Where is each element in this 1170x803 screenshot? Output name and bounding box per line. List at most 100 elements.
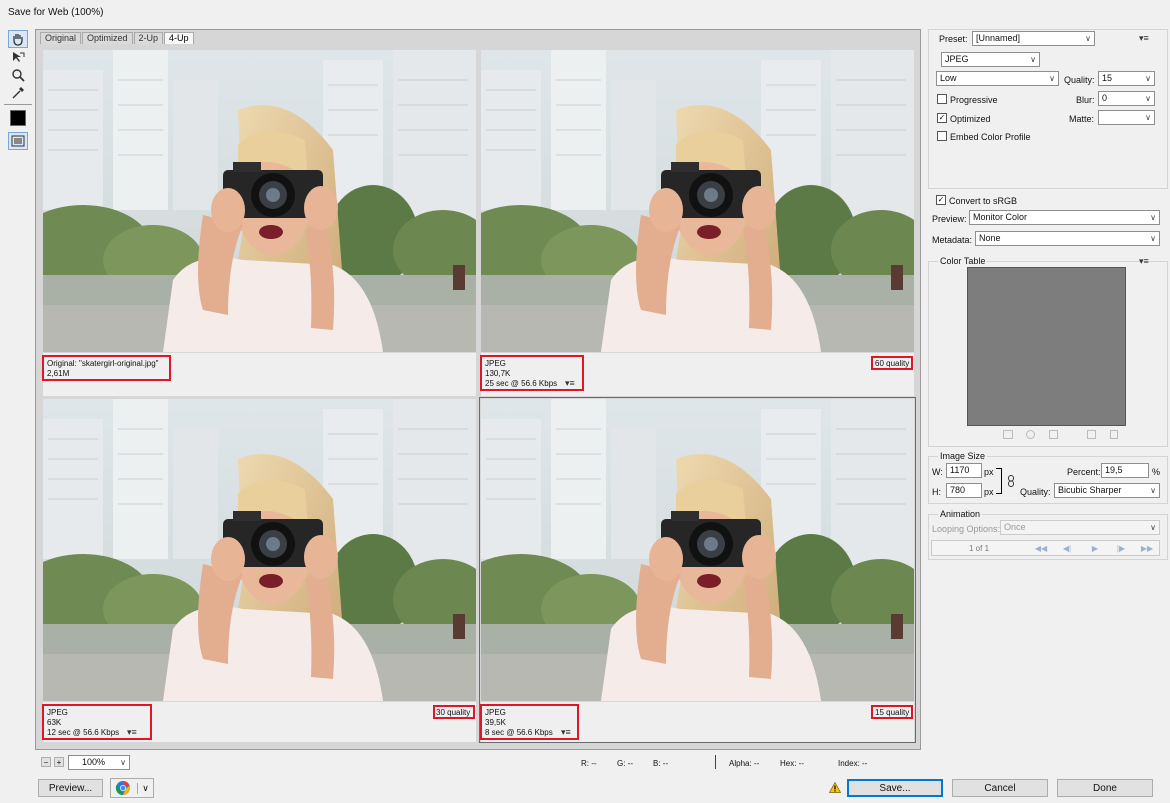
pane-menu-icon[interactable]: ▾≡ (561, 727, 571, 738)
tab-4-up[interactable]: 4-Up (164, 32, 194, 44)
map-transparency-icon[interactable] (1003, 430, 1013, 439)
preview-button[interactable]: Preview... (38, 779, 103, 797)
index-readout: Index: -- (838, 759, 868, 768)
width-unit: px (984, 467, 994, 477)
zoom-tool-icon[interactable] (8, 66, 28, 84)
zoom-out-button[interactable]: − (41, 757, 51, 767)
height-unit: px (984, 487, 994, 497)
image-size-label: Image Size (938, 451, 988, 461)
hand-tool-icon[interactable] (8, 30, 28, 48)
first-frame-icon[interactable]: ◀◀ (1030, 542, 1052, 554)
resample-quality-label: Quality: (1020, 487, 1051, 497)
hex-readout: Hex: -- (780, 759, 804, 768)
eyedropper-tool-icon[interactable] (8, 84, 28, 102)
pane-quality-label: 60 quality (875, 359, 910, 368)
chevron-down-icon: ∨ (1150, 234, 1156, 243)
quality-input[interactable]: 15 ∨ (1098, 71, 1155, 86)
resample-quality-select[interactable]: Bicubic Sharper ∨ (1054, 483, 1160, 498)
percent-unit: % (1152, 467, 1161, 477)
resample-quality-value: Bicubic Sharper (1058, 485, 1122, 495)
percent-input[interactable]: 19,5 (1101, 463, 1149, 478)
blue-readout: B: -- (653, 759, 669, 768)
done-button[interactable]: Done (1057, 779, 1153, 797)
chevron-down-icon: ∨ (1145, 94, 1151, 103)
browser-select[interactable]: ∨ (110, 778, 154, 798)
pane-info-line1: JPEG (485, 708, 506, 717)
pane-quality-label: 30 quality (436, 708, 471, 717)
convert-srgb-checkbox[interactable]: ✓ (936, 195, 946, 205)
pane-info-line1: Original: "skatergirl-original.jpg" (47, 359, 159, 368)
pane-info-line1: JPEG (47, 708, 68, 717)
new-color-icon[interactable] (1087, 430, 1096, 439)
file-format-select[interactable]: JPEG ∨ (941, 52, 1040, 67)
height-input[interactable]: 780 (946, 483, 982, 498)
photo-image (43, 50, 476, 352)
lock-color-icon[interactable] (1049, 430, 1058, 439)
next-frame-icon[interactable]: |▶ (1110, 542, 1132, 554)
chevron-down-icon: ∨ (137, 782, 149, 794)
width-input[interactable]: 1170 (946, 463, 982, 478)
toggle-slices-visibility-icon[interactable] (8, 132, 28, 150)
blur-input[interactable]: 0 ∨ (1098, 91, 1155, 106)
tab-optimized[interactable]: Optimized (82, 32, 133, 44)
looping-label: Looping Options: (932, 524, 1001, 534)
preview-pane-original[interactable] (43, 50, 476, 352)
preview-value: Monitor Color (973, 212, 1028, 222)
link-chain-icon[interactable] (1007, 475, 1015, 489)
chevron-down-icon: ∨ (1030, 55, 1036, 64)
zoom-level-select[interactable]: 100% ∨ (68, 755, 130, 770)
quality-label: Quality: (1064, 75, 1095, 85)
pane-info-line3: 25 sec @ 56.6 Kbps (485, 379, 558, 388)
photo-image (481, 50, 914, 352)
tab-2-up[interactable]: 2-Up (133, 32, 164, 44)
preset-select[interactable]: [Unnamed] ∨ (972, 31, 1095, 46)
eyedropper-color-swatch[interactable] (10, 110, 26, 126)
last-frame-icon[interactable]: ▶▶ (1136, 542, 1158, 554)
quality-value: 15 (1102, 73, 1113, 83)
web-snap-icon[interactable] (1026, 430, 1035, 439)
window-title: Save for Web (100%) (8, 7, 104, 18)
tab-original[interactable]: Original (40, 32, 82, 44)
green-readout: G: -- (617, 759, 633, 768)
photo-image (43, 399, 476, 701)
pane-info-line2: 130,7K (485, 369, 511, 378)
chevron-down-icon: ∨ (1145, 74, 1151, 83)
settings-menu-icon[interactable]: ▾≡ (1139, 33, 1149, 44)
chevron-down-icon: ∨ (1085, 34, 1091, 43)
compression-quality-select[interactable]: Low ∨ (936, 71, 1059, 86)
pane-menu-icon[interactable]: ▾≡ (565, 378, 575, 389)
browser-icon (116, 781, 131, 796)
view-tabs: Original Optimized 2-Up 4-Up (40, 32, 195, 44)
preview-pane-60[interactable] (481, 50, 914, 352)
pane-info-line3: 12 sec @ 56.6 Kbps (47, 728, 120, 737)
alpha-readout: Alpha: -- (729, 759, 760, 768)
matte-select[interactable]: ∨ (1098, 110, 1155, 125)
cancel-button[interactable]: Cancel (952, 779, 1048, 797)
previous-frame-icon[interactable]: ◀| (1056, 542, 1078, 554)
optimized-label: Optimized (950, 114, 991, 124)
play-icon[interactable]: ▶ (1084, 542, 1106, 554)
optimized-checkbox[interactable]: ✓ (937, 113, 947, 123)
pane-info-line2: 39,5K (485, 718, 506, 727)
pane-menu-icon[interactable]: ▾≡ (127, 727, 137, 738)
zoom-level-value: 100% (82, 757, 106, 767)
zoom-in-button[interactable]: + (54, 757, 64, 767)
frame-counter: 1 of 1 (969, 544, 990, 553)
color-table-menu-icon[interactable]: ▾≡ (1139, 256, 1149, 267)
selected-pane-outline (479, 397, 916, 743)
chevron-down-icon: ∨ (1145, 113, 1151, 122)
progressive-checkbox[interactable] (937, 94, 947, 104)
preview-pane-30[interactable] (43, 399, 476, 701)
chevron-down-icon: ∨ (1049, 74, 1055, 83)
looping-value: Once (1004, 522, 1026, 532)
preview-select[interactable]: Monitor Color ∨ (969, 210, 1160, 225)
save-button[interactable]: Save... (847, 779, 943, 797)
height-label: H: (932, 487, 941, 497)
looping-select[interactable]: Once ∨ (1000, 520, 1160, 535)
embed-profile-checkbox[interactable] (937, 131, 947, 141)
slice-select-tool-icon[interactable] (8, 48, 28, 66)
trash-icon[interactable] (1110, 430, 1118, 439)
readout-divider (715, 755, 716, 769)
progressive-label: Progressive (950, 95, 998, 105)
metadata-select[interactable]: None ∨ (975, 231, 1160, 246)
